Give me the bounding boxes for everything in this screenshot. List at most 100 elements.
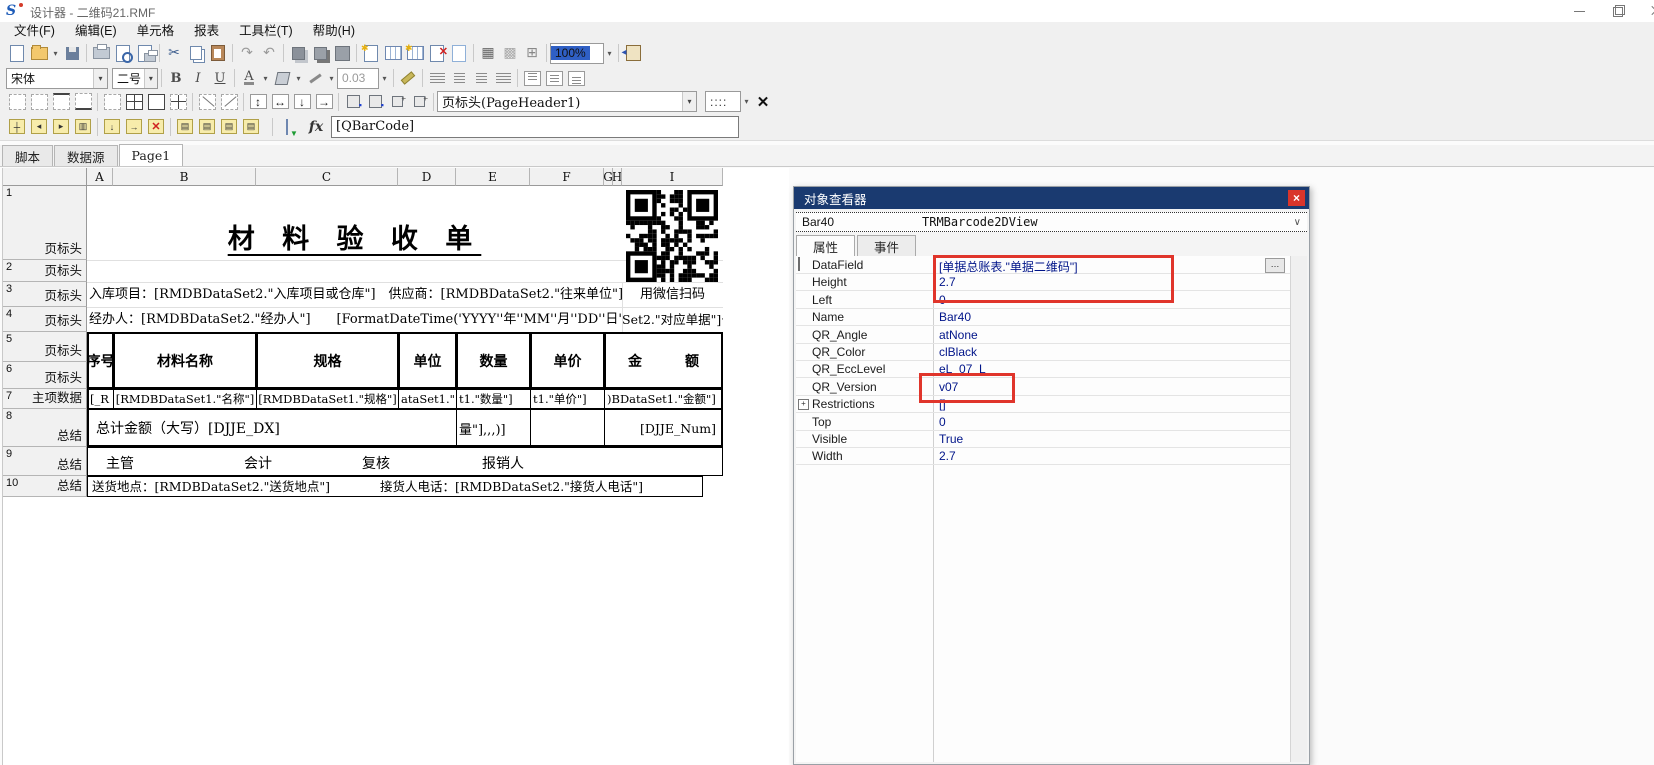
new-report-icon[interactable]: ✱ bbox=[360, 43, 382, 63]
row8-amount-cell[interactable]: [DJJE_Num] bbox=[604, 409, 723, 447]
col-width-icon[interactable]: ↔ bbox=[269, 92, 291, 112]
border-box-icon[interactable] bbox=[145, 92, 167, 112]
border-inner-icon[interactable] bbox=[167, 92, 189, 112]
column-header-F[interactable]: F bbox=[530, 168, 604, 186]
font-color-dropdown-icon[interactable]: ▾ bbox=[260, 69, 271, 87]
property-value[interactable]: 0 bbox=[939, 415, 946, 429]
qr-caption-cell[interactable]: 用微信扫码 bbox=[622, 282, 723, 307]
tab-properties[interactable]: 属性 bbox=[796, 235, 855, 257]
row7-unit-cell[interactable]: ataSet1." bbox=[398, 389, 457, 409]
property-row-name[interactable]: NameBar40 bbox=[796, 308, 1293, 326]
band-down-icon[interactable]: + bbox=[408, 92, 430, 112]
property-value[interactable]: 0 bbox=[939, 293, 946, 307]
new-document-icon[interactable] bbox=[6, 43, 28, 63]
design-sheet[interactable]: ABCDEFGHI 1页标头2页标头3页标头4页标头5页标头6页标头7主项数据8… bbox=[2, 168, 789, 765]
row-header-9[interactable]: 9总结 bbox=[3, 447, 87, 476]
merge-left-icon[interactable]: ◂ bbox=[28, 117, 50, 137]
inspector-scrollbar[interactable] bbox=[1290, 256, 1307, 762]
new-table-icon[interactable]: ✱ bbox=[404, 43, 426, 63]
row7-price-cell[interactable]: t1."单价"] bbox=[530, 389, 605, 409]
fill-color-button[interactable] bbox=[271, 68, 293, 88]
row-header-8[interactable]: 8总结 bbox=[3, 409, 87, 447]
snap-grid-icon[interactable]: ▩ bbox=[499, 43, 521, 63]
row-header-10[interactable]: 10总结 bbox=[3, 476, 87, 497]
row8-total-cell[interactable]: 总计金额（大写）[DJJE_DX] bbox=[87, 409, 457, 447]
border-outer-icon[interactable] bbox=[28, 92, 50, 112]
property-row-qr_angle[interactable]: QR_AngleatNone bbox=[796, 326, 1293, 344]
italic-button[interactable]: I bbox=[187, 68, 209, 88]
tab-script[interactable]: 脚本 bbox=[2, 145, 53, 166]
page-setup-icon[interactable] bbox=[134, 43, 156, 63]
row8-empty-cell[interactable] bbox=[530, 409, 605, 447]
align-center-icon[interactable] bbox=[448, 68, 470, 88]
line-color-dropdown-icon[interactable]: ▾ bbox=[326, 69, 337, 87]
band-insert-icon[interactable]: ▪ bbox=[364, 92, 386, 112]
row-header-2[interactable]: 2页标头 bbox=[3, 260, 87, 282]
paste-icon[interactable] bbox=[207, 43, 229, 63]
font-color-button[interactable]: A bbox=[238, 68, 260, 88]
save-icon[interactable] bbox=[61, 43, 83, 63]
bring-front-icon[interactable] bbox=[287, 43, 309, 63]
line-width-dropdown-icon[interactable]: ▾ bbox=[379, 69, 390, 87]
tab-datasource[interactable]: 数据源 bbox=[54, 145, 118, 166]
inspector-close-icon[interactable]: × bbox=[1288, 190, 1305, 206]
row-header-6[interactable]: 6页标头 bbox=[3, 362, 87, 389]
row3-expression-cell[interactable]: 入库项目：[RMDBDataSet2."入库项目或仓库"] 供应商：[RMDBD… bbox=[89, 282, 622, 307]
insert-row-icon[interactable]: ↓ bbox=[101, 117, 123, 137]
show-grid-icon[interactable]: ▦ bbox=[477, 43, 499, 63]
fill-color-dropdown-icon[interactable]: ▾ bbox=[293, 69, 304, 87]
diagonal-up-icon[interactable] bbox=[218, 92, 240, 112]
delete-selection-icon[interactable]: ✕ bbox=[752, 92, 774, 112]
border-bottom-icon[interactable] bbox=[72, 92, 94, 112]
valign-bottom-icon[interactable] bbox=[565, 68, 587, 88]
redo-icon[interactable]: ↷ bbox=[236, 43, 258, 63]
row7-seq-cell[interactable]: [_R bbox=[87, 389, 114, 409]
font-name-select[interactable]: 宋体▾ bbox=[6, 68, 108, 89]
row-header-3[interactable]: 3页标头 bbox=[3, 282, 87, 307]
sheet-corner-cell[interactable] bbox=[3, 168, 87, 186]
row7-spec-cell[interactable]: [RMDBDataSet1."规格"] bbox=[256, 389, 399, 409]
row7-qty-cell[interactable]: t1."数量"] bbox=[456, 389, 531, 409]
open-dropdown-icon[interactable]: ▾ bbox=[50, 44, 61, 62]
property-row-qr_color[interactable]: QR_ColorclBlack bbox=[796, 343, 1293, 361]
property-value[interactable]: clBlack bbox=[939, 345, 977, 359]
merge-right-icon[interactable]: ▸ bbox=[50, 117, 72, 137]
property-value[interactable]: eL_07_L bbox=[939, 362, 986, 376]
menu-help[interactable]: 帮助(H) bbox=[303, 22, 365, 40]
valign-top-icon[interactable] bbox=[521, 68, 543, 88]
row4-right-cell[interactable]: Set2."对应单据"]号 bbox=[622, 307, 723, 332]
row-band-1-icon[interactable]: ▤ bbox=[174, 117, 196, 137]
property-value[interactable]: 2.7 bbox=[939, 449, 956, 463]
row9-signature-cell[interactable]: 主管 会计 复核 报销人 bbox=[87, 447, 723, 476]
row-header-4[interactable]: 4页标头 bbox=[3, 307, 87, 332]
property-value[interactable]: atNone bbox=[939, 328, 978, 342]
property-row-qr_version[interactable]: QR_Versionv07 bbox=[796, 378, 1293, 396]
report-title-cell[interactable]: 材 料 验 收 单 bbox=[87, 198, 622, 256]
restore-button[interactable] bbox=[1601, 0, 1635, 22]
border-style-dropdown-icon[interactable]: ▾ bbox=[741, 93, 752, 111]
property-row-qr_ecclevel[interactable]: QR_EccLeveleL_07_L bbox=[796, 360, 1293, 378]
border-top-icon[interactable] bbox=[50, 92, 72, 112]
split-cell-icon[interactable]: ┼ bbox=[6, 117, 28, 137]
formula-input[interactable]: [QBarCode] bbox=[331, 116, 739, 138]
object-selector-arrow-icon[interactable]: ∨ bbox=[1294, 217, 1301, 228]
column-header-D[interactable]: D bbox=[398, 168, 456, 186]
header-amount-cell[interactable]: 金 额 bbox=[604, 332, 723, 389]
align-justify-icon[interactable] bbox=[492, 68, 514, 88]
insert-col-icon[interactable]: → bbox=[123, 117, 145, 137]
property-value[interactable]: v07 bbox=[939, 380, 958, 394]
send-back-icon[interactable] bbox=[309, 43, 331, 63]
merge-cells-icon[interactable]: ▥ bbox=[72, 117, 94, 137]
property-row-top[interactable]: Top0 bbox=[796, 413, 1293, 431]
menu-toolbar[interactable]: 工具栏(T) bbox=[229, 22, 302, 40]
insert-table-icon[interactable] bbox=[382, 43, 404, 63]
property-row-datafield[interactable]: DataField[单据总账表."单据二维码"]… bbox=[796, 256, 1293, 274]
property-value[interactable]: True bbox=[939, 432, 963, 446]
open-file-icon[interactable] bbox=[28, 43, 50, 63]
menu-file[interactable]: 文件(F) bbox=[4, 22, 65, 40]
column-header-A[interactable]: A bbox=[87, 168, 113, 186]
column-header-C[interactable]: C bbox=[256, 168, 398, 186]
delete-cell-icon[interactable]: ✕ bbox=[145, 117, 167, 137]
row7-amount-cell[interactable]: )BDataSet1."金额"] bbox=[604, 389, 723, 409]
property-value[interactable]: [] bbox=[939, 397, 946, 411]
